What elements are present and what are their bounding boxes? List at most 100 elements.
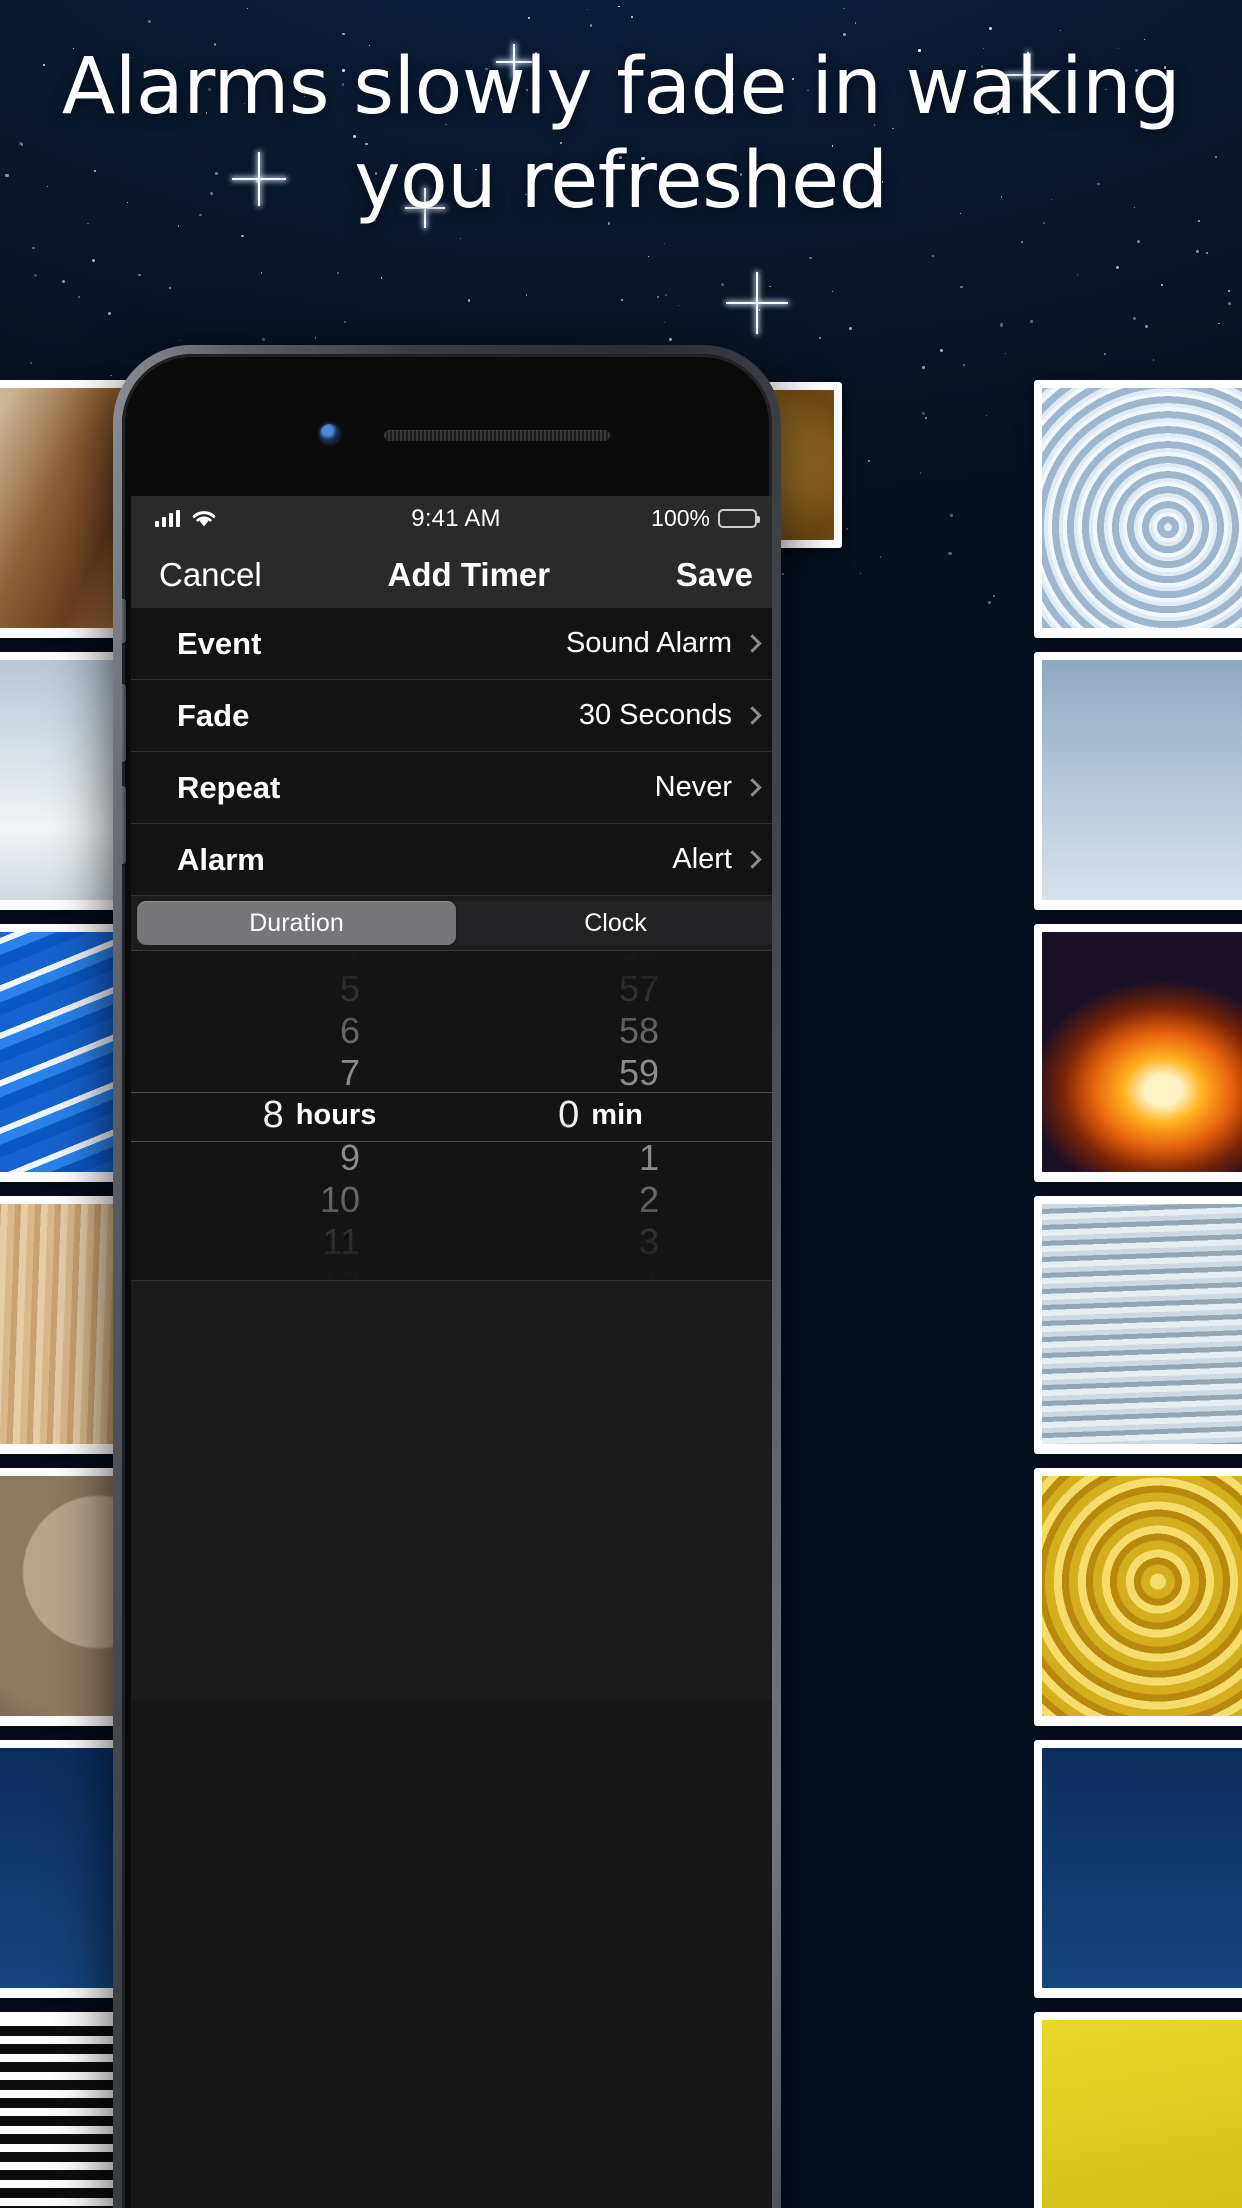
star [963,364,966,367]
star [1161,284,1163,286]
picker-item: 6 [131,1010,456,1052]
star [854,22,857,24]
row-value: 30 Seconds [578,699,732,731]
photo-tile [1034,1196,1242,1454]
star [1020,240,1023,243]
star [988,27,993,31]
settings-row-fade[interactable]: Fade 30 Seconds [131,680,772,752]
volume-down-button[interactable] [122,786,126,864]
phone-device-frame: 9:41 AM 100% Cancel Add Timer Save Event [113,345,781,2208]
star [380,277,383,280]
star [940,348,944,352]
picker-item: 58 [456,1010,772,1052]
star [260,271,263,274]
settings-row-repeat[interactable]: Repeat Never [131,752,772,824]
star [922,412,926,416]
star [1076,274,1079,276]
photo-fan [1042,388,1242,628]
photo-bonfire [1042,932,1242,1172]
star [647,256,649,257]
row-label: Fade [177,697,250,733]
star [664,293,668,296]
star [832,291,833,292]
star [29,361,33,365]
headline-line-2: you refreshed [354,136,888,226]
volume-up-button[interactable] [122,684,126,762]
picker-item: 9 [131,1137,456,1179]
star [924,416,928,420]
app-screen: 9:41 AM 100% Cancel Add Timer Save Event [131,496,772,2208]
row-label: Event [177,625,262,661]
star [988,601,991,604]
front-camera-icon [320,424,339,443]
chevron-right-icon [743,778,762,797]
star [656,295,660,299]
star [468,299,471,302]
star [621,299,623,301]
duration-picker[interactable]: 4 5 6 7 8 hours 9 10 11 12 [131,951,772,1281]
screen-title: Add Timer [387,555,551,593]
picker-number: 1 [638,1137,659,1178]
row-right: Never [654,771,762,804]
picker-item: 1 [456,1137,772,1179]
star [845,527,848,530]
picker-number: 58 [618,1010,659,1051]
empty-content-area [131,1281,772,1701]
row-value: Sound Alarm [565,627,732,659]
picker-item: 7 [131,1052,456,1094]
star [525,294,528,296]
star [1218,323,1220,325]
star [1104,352,1106,355]
photo-tile [1034,380,1242,638]
star [247,8,249,10]
star [1005,353,1007,355]
photo-tile [1034,1740,1242,1998]
picker-number: 56 [619,951,659,968]
star [1059,30,1061,32]
picker-item: 4 [131,951,456,968]
segment-clock[interactable]: Clock [456,901,772,945]
star [1206,252,1209,255]
picker-number-selected: 8 [262,1094,284,1136]
star [1145,324,1149,328]
picker-unit-label: min [591,1099,643,1131]
star [168,286,171,289]
save-button[interactable]: Save [676,556,753,594]
navigation-bar: Cancel Add Timer Save [131,541,772,608]
picker-item: 3 [456,1221,772,1263]
star [860,573,862,575]
settings-row-alarm[interactable]: Alarm Alert [131,824,772,896]
photo-vacuum [1042,2020,1242,2208]
picker-number: 3 [638,1221,659,1262]
star [950,514,954,518]
star [528,16,530,19]
segment-duration[interactable]: Duration [137,901,456,945]
star [819,336,822,339]
photo-sky [1042,660,1242,900]
chevron-right-icon [743,634,762,653]
star [664,243,665,245]
star [1144,38,1146,41]
star [843,33,846,36]
minutes-picker-column[interactable]: 56 57 58 59 0 min 1 2 3 4 [456,951,772,1280]
mute-switch[interactable] [122,599,126,643]
cancel-button[interactable]: Cancel [159,556,262,594]
star [919,472,922,474]
phone-bezel: 9:41 AM 100% Cancel Add Timer Save Event [122,354,772,2208]
star [1195,250,1199,254]
star [62,280,66,284]
star [960,285,963,289]
row-value: Never [654,771,732,803]
hours-picker-column[interactable]: 4 5 6 7 8 hours 9 10 11 12 [131,951,456,1280]
settings-row-event[interactable]: Event Sound Alarm [131,608,772,680]
star [460,238,462,240]
chevron-right-icon [743,850,762,869]
star [1198,220,1200,222]
picker-item: 4 [456,1263,772,1280]
segmented-control[interactable]: Duration Clock [137,901,772,945]
star [782,573,785,576]
star [931,255,934,257]
star [993,594,996,597]
row-value: Alert [672,843,732,875]
picker-number: 4 [639,1263,659,1280]
